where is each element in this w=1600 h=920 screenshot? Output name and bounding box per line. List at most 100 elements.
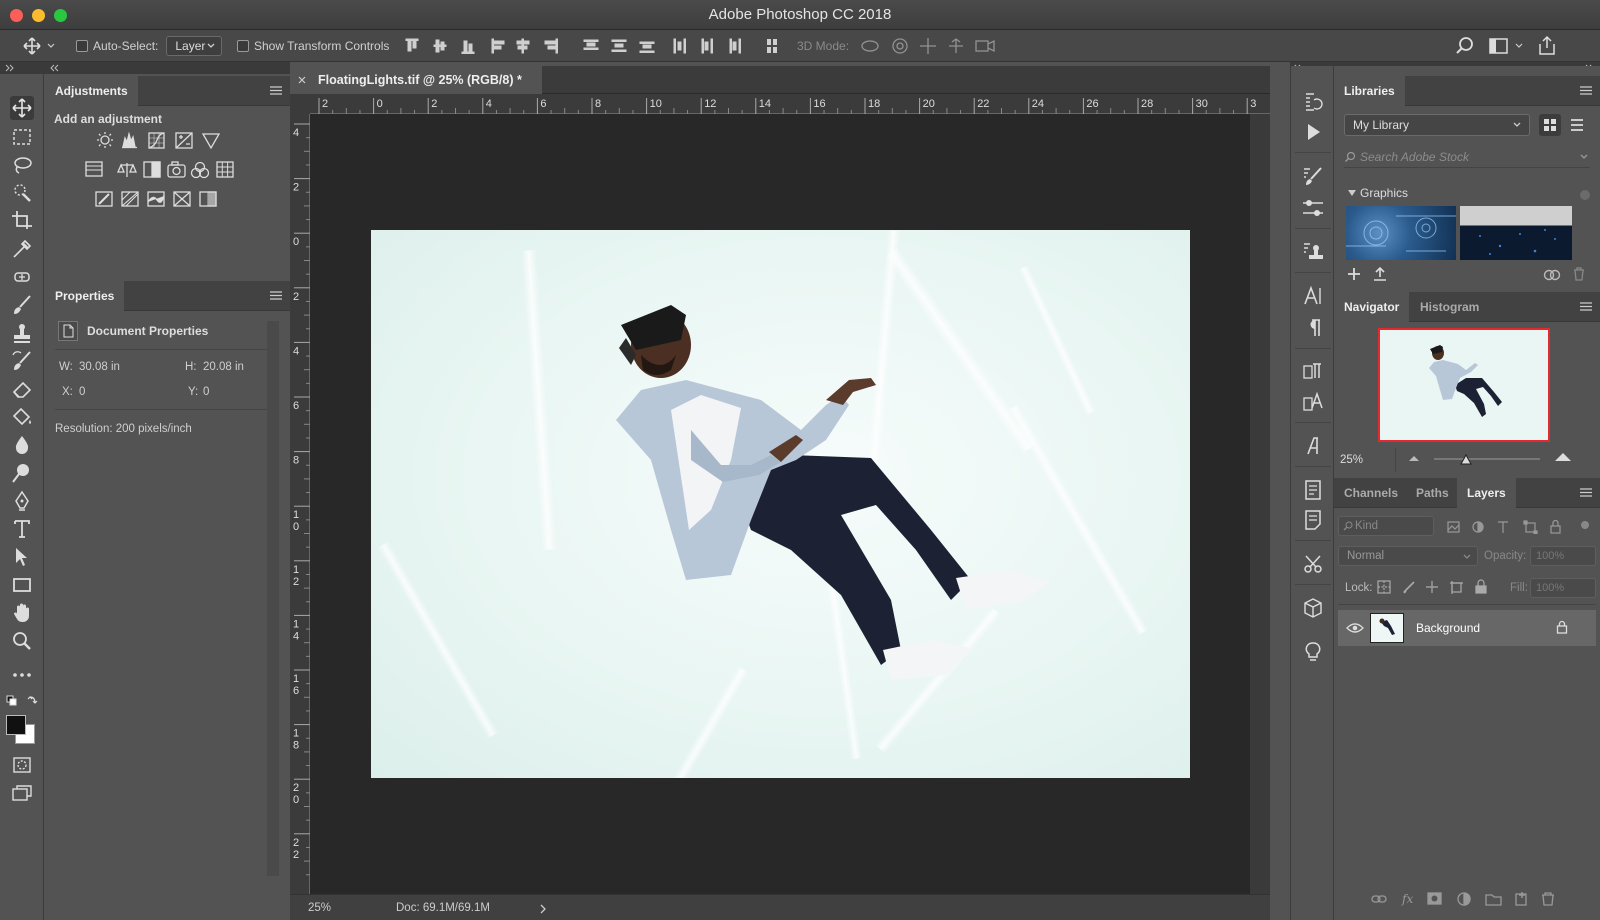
- opacity-field[interactable]: 100%: [1530, 546, 1596, 566]
- brush-settings-icon[interactable]: [1300, 164, 1326, 188]
- quick-mask-button[interactable]: [10, 753, 34, 777]
- graphics-thumbnail[interactable]: [1460, 206, 1572, 260]
- upload-icon[interactable]: [1372, 266, 1388, 282]
- pen-tool[interactable]: [10, 489, 34, 513]
- library-select[interactable]: My Library: [1344, 114, 1530, 136]
- vertical-ruler[interactable]: 420246810121416182022: [290, 114, 310, 894]
- threshold-icon[interactable]: [147, 191, 165, 207]
- align-distribute-icons[interactable]: [404, 36, 764, 56]
- layer-lock-icon[interactable]: [1556, 620, 1568, 634]
- zoom-window-button[interactable]: [54, 9, 67, 22]
- list-view-icon[interactable]: [1569, 118, 1585, 132]
- default-swap-colors-icon[interactable]: [6, 694, 38, 708]
- hue-saturation-icon[interactable]: [85, 161, 103, 177]
- minimize-window-button[interactable]: [32, 9, 45, 22]
- layer-name[interactable]: Background: [1416, 621, 1480, 635]
- brush-presets-icon[interactable]: [1300, 196, 1326, 220]
- tab-adjustments[interactable]: Adjustments: [45, 76, 138, 106]
- tab-channels[interactable]: Channels: [1334, 478, 1408, 508]
- x-value[interactable]: 0: [79, 386, 85, 398]
- 3d-mode-icons[interactable]: [860, 36, 1000, 56]
- tab-layers[interactable]: Layers: [1457, 478, 1516, 508]
- stock-search-field[interactable]: Search Adobe Stock: [1344, 146, 1590, 168]
- type-tool[interactable]: [10, 517, 34, 541]
- status-doc-size[interactable]: Doc: 69.1M/69.1M: [396, 902, 490, 914]
- panel-menu-icon[interactable]: [270, 291, 282, 300]
- zoom-tool[interactable]: [10, 629, 34, 653]
- y-value[interactable]: 0: [203, 386, 209, 398]
- panel-menu-icon[interactable]: [1580, 488, 1592, 497]
- edit-toolbar-button[interactable]: [10, 663, 34, 687]
- move-tool[interactable]: [10, 96, 34, 120]
- height-value[interactable]: 20.08 in: [203, 361, 244, 373]
- brush-tool[interactable]: [10, 293, 34, 317]
- zoom-in-mountain-icon[interactable]: [1554, 452, 1572, 462]
- tab-libraries[interactable]: Libraries: [1334, 76, 1405, 106]
- brightness-contrast-icon[interactable]: [97, 132, 113, 148]
- show-transform-checkbox[interactable]: [237, 40, 249, 52]
- width-value[interactable]: 30.08 in: [79, 361, 120, 373]
- selective-color-icon[interactable]: [173, 191, 191, 207]
- tool-presets-icon[interactable]: [1300, 552, 1326, 576]
- quick-selection-tool[interactable]: [10, 181, 34, 205]
- levels-icon[interactable]: [122, 131, 137, 149]
- canvas-image[interactable]: [371, 230, 1190, 778]
- notes-icon[interactable]: [1300, 508, 1326, 532]
- panel-menu-icon[interactable]: [270, 86, 282, 95]
- actions-play-icon[interactable]: [1300, 120, 1326, 144]
- glyphs-icon[interactable]: [1300, 434, 1326, 458]
- fill-field[interactable]: 100%: [1530, 578, 1596, 598]
- graphics-thumbnail[interactable]: [1346, 206, 1456, 260]
- posterize-icon[interactable]: [121, 191, 139, 207]
- blur-tool[interactable]: [10, 433, 34, 457]
- status-zoom[interactable]: 25%: [308, 902, 331, 914]
- caret-down-icon[interactable]: [1348, 190, 1356, 197]
- lasso-tool[interactable]: [10, 153, 34, 177]
- paragraph-icon[interactable]: [1300, 316, 1326, 340]
- layer-bottom-buttons[interactable]: fx: [1370, 890, 1596, 908]
- close-window-button[interactable]: [10, 9, 23, 22]
- layer-filter-icons[interactable]: [1446, 520, 1596, 534]
- character-icon[interactable]: [1300, 284, 1326, 308]
- tab-navigator[interactable]: Navigator: [1334, 292, 1410, 322]
- channel-mixer-icon[interactable]: [190, 161, 210, 179]
- rectangle-tool[interactable]: [10, 573, 34, 597]
- panel-menu-icon[interactable]: [1580, 302, 1592, 311]
- visibility-eye-icon[interactable]: [1346, 622, 1364, 634]
- navigator-preview[interactable]: [1378, 328, 1550, 442]
- auto-align-icon[interactable]: [765, 36, 783, 56]
- layer-kind-filter[interactable]: Kind: [1338, 516, 1434, 536]
- share-icon[interactable]: [1536, 35, 1558, 57]
- path-selection-tool[interactable]: [10, 545, 34, 569]
- auto-select-dropdown[interactable]: Layer: [166, 36, 223, 56]
- libraries-scrollbar[interactable]: [1580, 190, 1590, 200]
- black-white-icon[interactable]: [143, 161, 161, 178]
- document-tab[interactable]: FloatingLights.tif @ 25% (RGB/8) *: [290, 66, 542, 94]
- auto-select-checkbox[interactable]: [76, 40, 88, 52]
- foreground-color-swatch[interactable]: [6, 715, 26, 735]
- eraser-tool[interactable]: [10, 377, 34, 401]
- creative-cloud-icon[interactable]: [1542, 266, 1562, 282]
- ruler-origin[interactable]: [290, 94, 310, 114]
- hand-tool[interactable]: [10, 601, 34, 625]
- zoom-out-mountain-icon[interactable]: [1408, 454, 1420, 462]
- navigator-slider-thumb[interactable]: [1459, 453, 1472, 465]
- workspace-icon[interactable]: [1488, 36, 1528, 56]
- curves-icon[interactable]: [148, 132, 165, 149]
- character-styles-icon[interactable]: [1300, 390, 1326, 414]
- chevron-right-icon[interactable]: [540, 904, 546, 914]
- panel-menu-icon[interactable]: [1580, 86, 1592, 95]
- crop-tool[interactable]: [10, 209, 34, 233]
- history-brush-tool[interactable]: [10, 349, 34, 373]
- grid-view-button[interactable]: [1539, 114, 1561, 136]
- paragraph-styles-icon[interactable]: [1300, 360, 1326, 384]
- tab-properties[interactable]: Properties: [45, 281, 125, 311]
- color-lookup-icon[interactable]: [216, 161, 234, 178]
- tab-histogram[interactable]: Histogram: [1410, 292, 1489, 322]
- paint-bucket-tool[interactable]: [10, 405, 34, 429]
- layer-comps-icon[interactable]: [1300, 478, 1326, 502]
- vibrance-icon[interactable]: [201, 133, 221, 150]
- invert-icon[interactable]: [95, 191, 113, 207]
- color-balance-icon[interactable]: [117, 163, 137, 177]
- healing-brush-tool[interactable]: [10, 265, 34, 289]
